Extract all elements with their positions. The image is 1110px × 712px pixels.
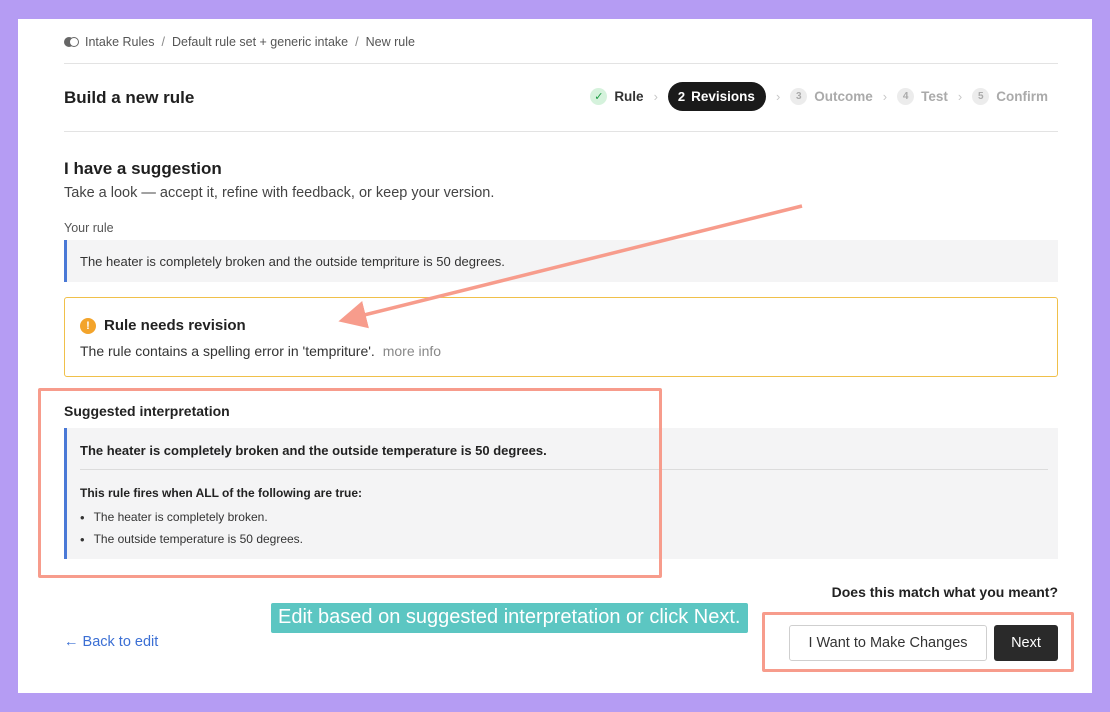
instruction-callout: Edit based on suggested interpretation o… <box>271 603 749 633</box>
arrow-line <box>338 204 803 329</box>
